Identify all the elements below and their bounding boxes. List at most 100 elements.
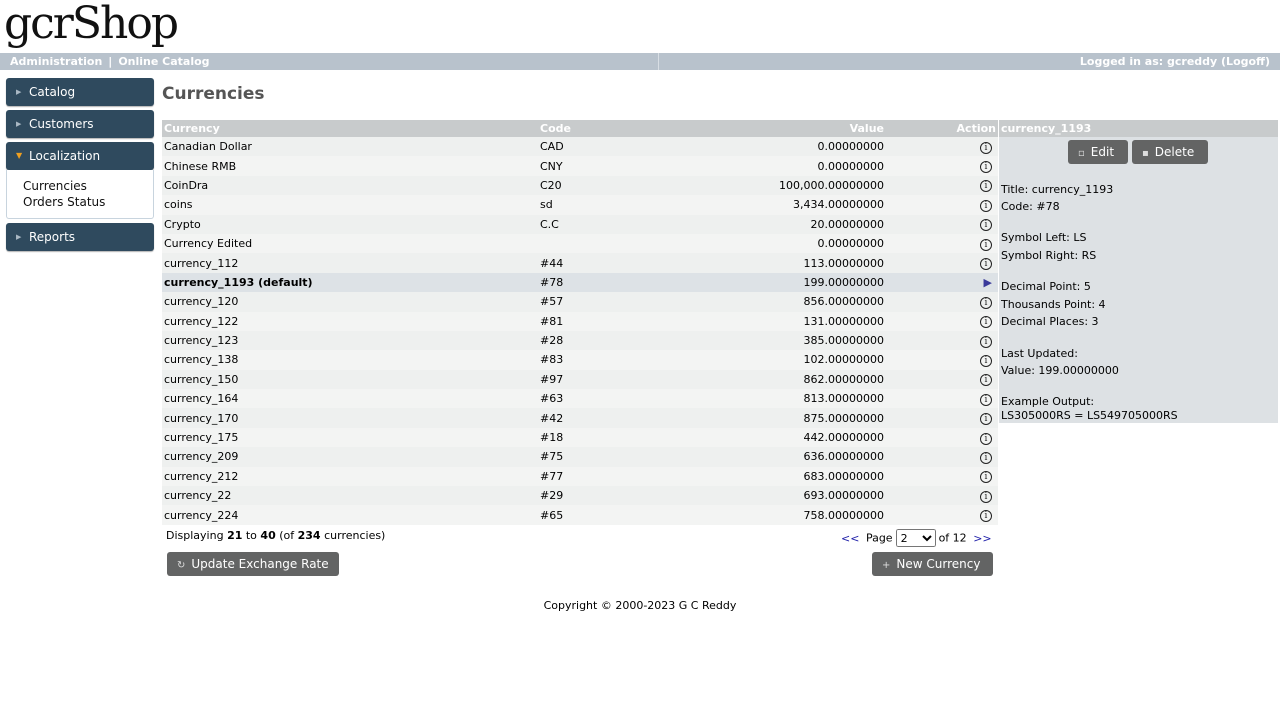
info-circle-icon[interactable]: i xyxy=(980,374,992,387)
table-row[interactable]: currency_164 #63 813.00000000 i xyxy=(162,389,998,409)
cell-value: 3,434.00000000 xyxy=(620,195,886,215)
cell-code: #42 xyxy=(538,408,620,428)
page-select[interactable]: 2 xyxy=(895,529,936,547)
column-header-value: Value xyxy=(620,120,886,137)
next-page-link[interactable]: >> xyxy=(973,532,991,545)
info-circle-icon[interactable]: i xyxy=(980,316,992,329)
info-circle-icon[interactable]: i xyxy=(980,335,992,348)
info-circle-icon[interactable]: i xyxy=(980,490,992,503)
table-row[interactable]: Canadian Dollar CAD 0.00000000 i xyxy=(162,137,998,157)
cell-action: i xyxy=(886,447,998,467)
info-circle-icon[interactable]: i xyxy=(980,258,992,271)
triangle-right-icon: ▶ xyxy=(16,88,22,96)
cell-value: 636.00000000 xyxy=(620,447,886,467)
info-decimal-point: Decimal Point: 5 xyxy=(1001,280,1091,293)
info-circle-icon[interactable]: i xyxy=(980,451,992,464)
online-catalog-link[interactable]: Online Catalog xyxy=(118,55,209,68)
table-row[interactable]: currency_175 #18 442.00000000 i xyxy=(162,427,998,448)
info-last-updated: Last Updated: xyxy=(1001,347,1078,360)
update-exchange-rate-button[interactable]: ↻ Update Exchange Rate xyxy=(167,552,339,576)
sidebar-item-catalog[interactable]: ▶ Catalog xyxy=(6,78,154,106)
cell-currency: currency_122 xyxy=(162,311,538,331)
info-circle-icon[interactable]: i xyxy=(980,510,992,523)
page-label: Page xyxy=(865,531,893,545)
paging-suffix: currencies) xyxy=(320,529,386,542)
currencies-table: Currency Code Value Action Canadian Doll… xyxy=(162,120,998,525)
sidebar-item-label: Localization xyxy=(29,149,101,163)
cell-code: #29 xyxy=(538,486,620,506)
page-title: Currencies xyxy=(162,84,265,104)
cell-value: 813.00000000 xyxy=(620,389,886,409)
info-circle-icon[interactable]: i xyxy=(980,471,992,484)
site-logo[interactable]: gcrShop xyxy=(4,0,179,50)
cell-action: i xyxy=(886,369,998,390)
info-circle-icon[interactable]: i xyxy=(980,161,992,174)
cell-code: #44 xyxy=(538,253,620,273)
cell-currency: currency_138 xyxy=(162,350,538,370)
paging-total: 234 xyxy=(297,529,321,542)
info-circle-icon[interactable]: i xyxy=(980,141,992,154)
submenu-item-orders-status[interactable]: Orders Status xyxy=(23,194,153,210)
sidebar-item-localization[interactable]: ▼ Localization xyxy=(6,142,154,170)
info-circle-icon[interactable]: i xyxy=(980,219,992,232)
paging-of-prefix: (of xyxy=(275,529,298,542)
cell-value: 758.00000000 xyxy=(620,505,886,525)
cell-action: i xyxy=(886,389,998,409)
cell-currency: currency_224 xyxy=(162,505,538,525)
table-row[interactable]: Chinese RMB CNY 0.00000000 i xyxy=(162,156,998,176)
administration-link[interactable]: Administration xyxy=(10,55,102,68)
info-circle-icon[interactable]: i xyxy=(980,393,992,406)
table-row[interactable]: currency_120 #57 856.00000000 i xyxy=(162,292,998,312)
cell-code: C20 xyxy=(538,175,620,196)
table-row[interactable]: currency_224 #65 758.00000000 i xyxy=(162,505,998,525)
table-row[interactable]: currency_112 #44 113.00000000 i xyxy=(162,253,998,273)
submenu-item-currencies[interactable]: Currencies xyxy=(23,178,153,194)
table-row[interactable]: currency_123 #28 385.00000000 i xyxy=(162,330,998,351)
info-circle-icon[interactable]: i xyxy=(980,354,992,367)
table-row[interactable]: currency_212 #77 683.00000000 i xyxy=(162,466,998,487)
info-circle-icon[interactable]: i xyxy=(980,180,992,193)
login-status: Logged in as: gcreddy (Logoff) xyxy=(659,53,1280,70)
edit-button-label: Edit xyxy=(1090,145,1115,159)
table-row[interactable]: currency_170 #42 875.00000000 i xyxy=(162,408,998,428)
table-row[interactable]: coins sd 3,434.00000000 i xyxy=(162,195,998,215)
logoff-link[interactable]: Logged in as: gcreddy (Logoff) xyxy=(1080,55,1270,68)
cell-action: i xyxy=(886,466,998,487)
info-symbol-right: Symbol Right: RS xyxy=(1001,249,1097,262)
table-row[interactable]: currency_1193 (default) #78 199.00000000 ▶ xyxy=(162,272,998,293)
cell-value: 0.00000000 xyxy=(620,137,886,157)
table-row[interactable]: currency_209 #75 636.00000000 i xyxy=(162,447,998,467)
pagination: << Page 2 of 12 >> xyxy=(838,529,995,547)
cell-code: #28 xyxy=(538,330,620,351)
cell-code: sd xyxy=(538,195,620,215)
cell-code xyxy=(538,233,620,254)
info-circle-icon[interactable]: i xyxy=(980,296,992,309)
delete-button[interactable]: ▪ Delete xyxy=(1132,140,1208,164)
table-row[interactable]: currency_22 #29 693.00000000 i xyxy=(162,486,998,506)
info-symbol-left: Symbol Left: LS xyxy=(1001,231,1087,244)
table-row[interactable]: Crypto C.C 20.00000000 i xyxy=(162,214,998,234)
header-bar: Administration | Online Catalog Logged in … xyxy=(0,53,1280,70)
trash-icon: ▪ xyxy=(1142,148,1149,159)
cell-value: 0.00000000 xyxy=(620,233,886,254)
prev-page-link[interactable]: << xyxy=(841,532,859,545)
table-row[interactable]: currency_122 #81 131.00000000 i xyxy=(162,311,998,331)
info-panel-actions: ▫ Edit ▪ Delete xyxy=(999,137,1278,170)
cell-currency: currency_123 xyxy=(162,330,538,351)
cell-action: i xyxy=(886,195,998,215)
info-circle-icon[interactable]: i xyxy=(980,413,992,426)
edit-button[interactable]: ▫ Edit xyxy=(1068,140,1128,164)
info-circle-icon[interactable]: i xyxy=(980,199,992,212)
cell-value: 693.00000000 xyxy=(620,486,886,506)
table-row[interactable]: currency_150 #97 862.00000000 i xyxy=(162,369,998,390)
sidebar-item-customers[interactable]: ▶ Customers xyxy=(6,110,154,138)
cell-action: i xyxy=(886,311,998,331)
table-row[interactable]: currency_138 #83 102.00000000 i xyxy=(162,350,998,370)
sidebar-item-reports[interactable]: ▶ Reports xyxy=(6,223,154,251)
info-circle-icon[interactable]: i xyxy=(980,238,992,251)
table-row[interactable]: Currency Edited 0.00000000 i xyxy=(162,233,998,254)
info-circle-icon[interactable]: i xyxy=(980,432,992,445)
table-row[interactable]: CoinDra C20 100,000.00000000 i xyxy=(162,175,998,196)
new-currency-button[interactable]: + New Currency xyxy=(872,552,993,576)
cell-action: i xyxy=(886,292,998,312)
